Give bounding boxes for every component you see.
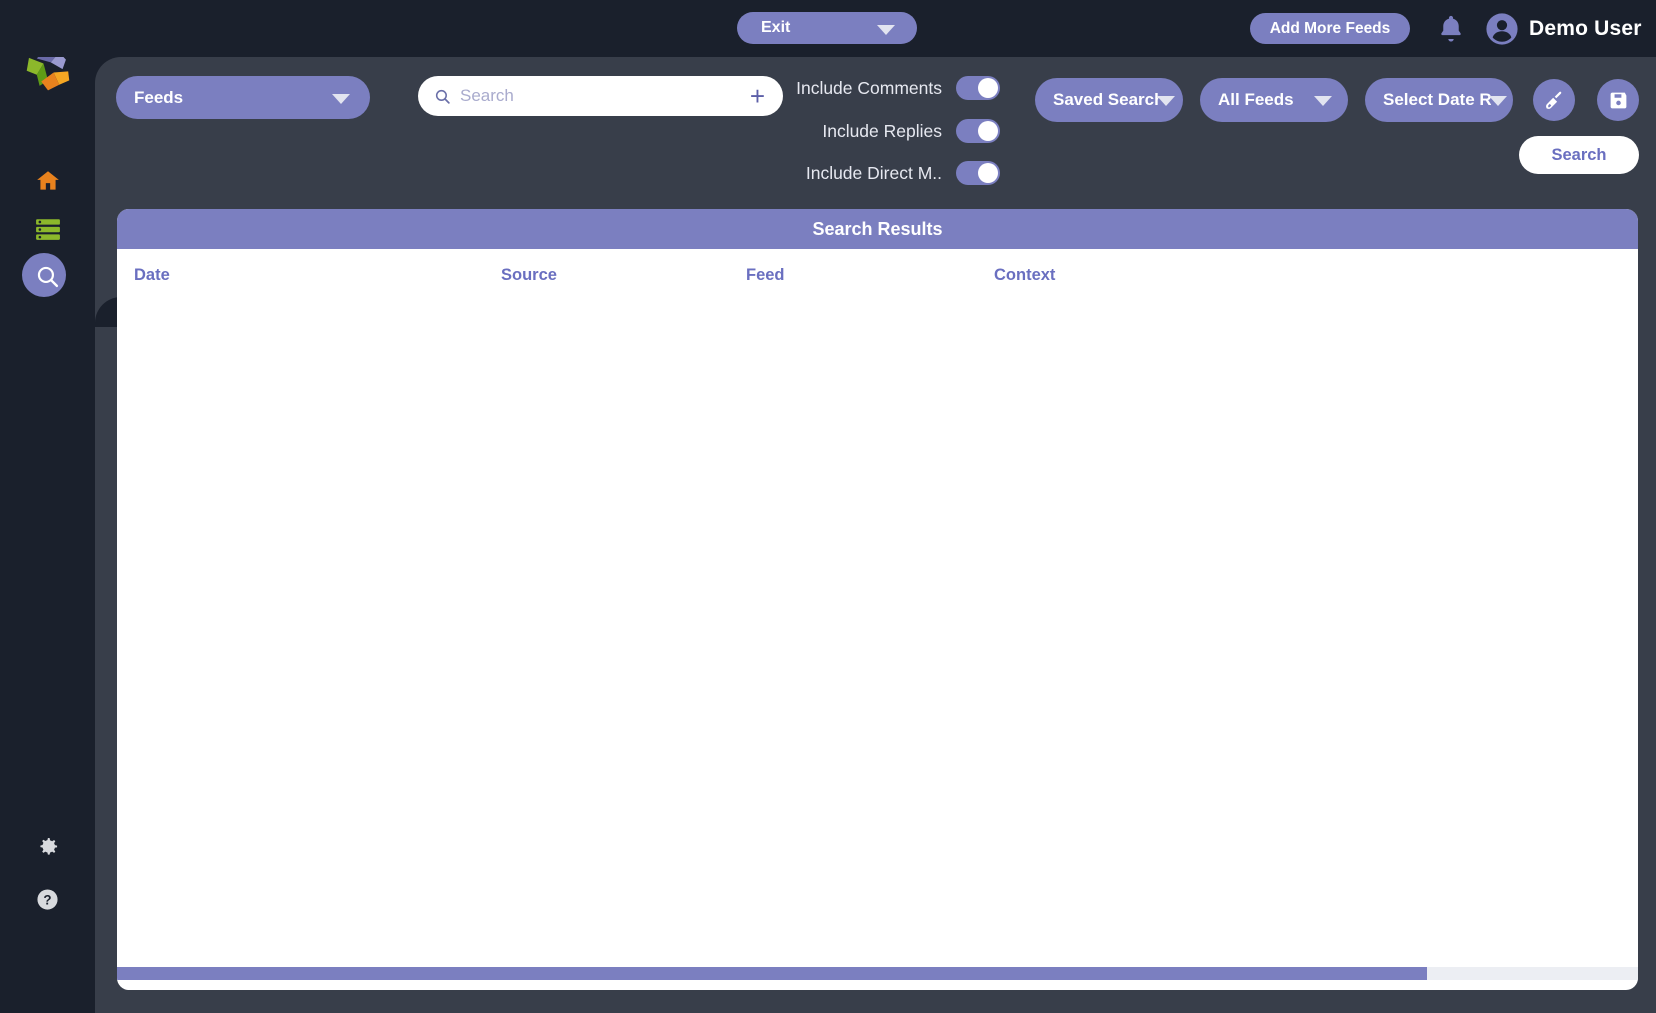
date-range-label: Select Date Range [1383, 90, 1491, 110]
saved-searches-dropdown[interactable]: Saved Searches [1035, 78, 1183, 122]
include-comments-toggle[interactable] [956, 76, 1000, 100]
column-header-context[interactable]: Context [994, 266, 1294, 285]
date-range-dropdown[interactable]: Select Date Range [1365, 78, 1513, 122]
chevron-down-icon [1314, 96, 1332, 106]
top-bar: Exit Add More Feeds Demo User [0, 0, 1656, 57]
user-name-label: Demo User [1529, 17, 1642, 40]
results-table-body [117, 301, 1638, 941]
add-more-feeds-button[interactable]: Add More Feeds [1250, 13, 1410, 44]
sidebar-item-settings[interactable] [0, 820, 95, 872]
include-direct-messages-label: Include Direct M.. [805, 162, 942, 183]
column-header-source[interactable]: Source [501, 266, 746, 285]
user-avatar-icon [1486, 13, 1518, 45]
include-replies-toggle[interactable] [956, 119, 1000, 143]
include-replies-row: Include Replies [785, 119, 1000, 143]
exit-label: Exit [761, 19, 791, 36]
toggle-knob [978, 121, 998, 141]
chevron-down-icon [1157, 96, 1175, 106]
all-feeds-dropdown[interactable]: All Feeds [1200, 78, 1348, 122]
chevron-down-icon [332, 94, 350, 104]
home-icon [36, 171, 59, 190]
search-input[interactable] [460, 86, 746, 106]
notifications-button[interactable] [1435, 13, 1467, 45]
gear-icon [40, 837, 58, 855]
all-feeds-label: All Feeds [1218, 90, 1294, 110]
sidebar-item-search[interactable] [0, 250, 95, 302]
question-mark-icon: ? [37, 888, 58, 910]
exit-dropdown[interactable]: Exit [737, 12, 917, 44]
broom-icon [1546, 91, 1562, 109]
list-icon [35, 219, 60, 240]
column-header-date[interactable]: Date [134, 266, 501, 285]
sidebar: ? [0, 0, 95, 1013]
saved-searches-label: Saved Searches [1053, 90, 1159, 110]
search-submit-button[interactable]: Search [1519, 136, 1639, 174]
bell-icon [1441, 15, 1461, 42]
include-direct-messages-row: Include Direct M.. [785, 161, 1000, 185]
results-horizontal-scrollbar[interactable] [117, 967, 1638, 980]
include-comments-row: Include Comments [785, 76, 1000, 100]
scrollbar-thumb[interactable] [117, 967, 1427, 980]
save-search-button[interactable] [1597, 79, 1639, 121]
sidebar-item-feeds-list[interactable] [0, 203, 95, 255]
app-root: Exit Add More Feeds Demo User ? Feeds Se… [0, 0, 1656, 1013]
toggle-knob [978, 78, 998, 98]
search-results-panel: Search Results Date Source Feed Context [117, 209, 1638, 990]
column-header-feed[interactable]: Feed [746, 266, 994, 285]
search-results-title: Search Results [117, 209, 1638, 249]
feeds-category-label: Feeds [134, 87, 184, 107]
search-icon [37, 266, 59, 287]
sidebar-item-help[interactable]: ? [0, 873, 95, 925]
include-direct-messages-toggle[interactable] [956, 161, 1000, 185]
include-comments-label: Include Comments [796, 77, 942, 98]
chevron-down-icon [1489, 96, 1507, 106]
plus-icon[interactable]: + [746, 83, 769, 109]
chevron-down-icon [877, 25, 895, 35]
search-bar[interactable]: + [418, 76, 783, 116]
search-icon [435, 89, 450, 104]
toggle-knob [978, 163, 998, 183]
feeds-category-dropdown[interactable]: Feeds [116, 76, 370, 119]
sidebar-item-home[interactable] [0, 155, 95, 207]
user-menu[interactable]: Demo User [1485, 10, 1642, 48]
clear-filters-button[interactable] [1533, 79, 1575, 121]
floppy-disk-save-icon [1610, 92, 1626, 108]
results-table-header: Date Source Feed Context [117, 249, 1638, 301]
svg-text:?: ? [43, 892, 51, 907]
include-replies-label: Include Replies [822, 120, 942, 141]
